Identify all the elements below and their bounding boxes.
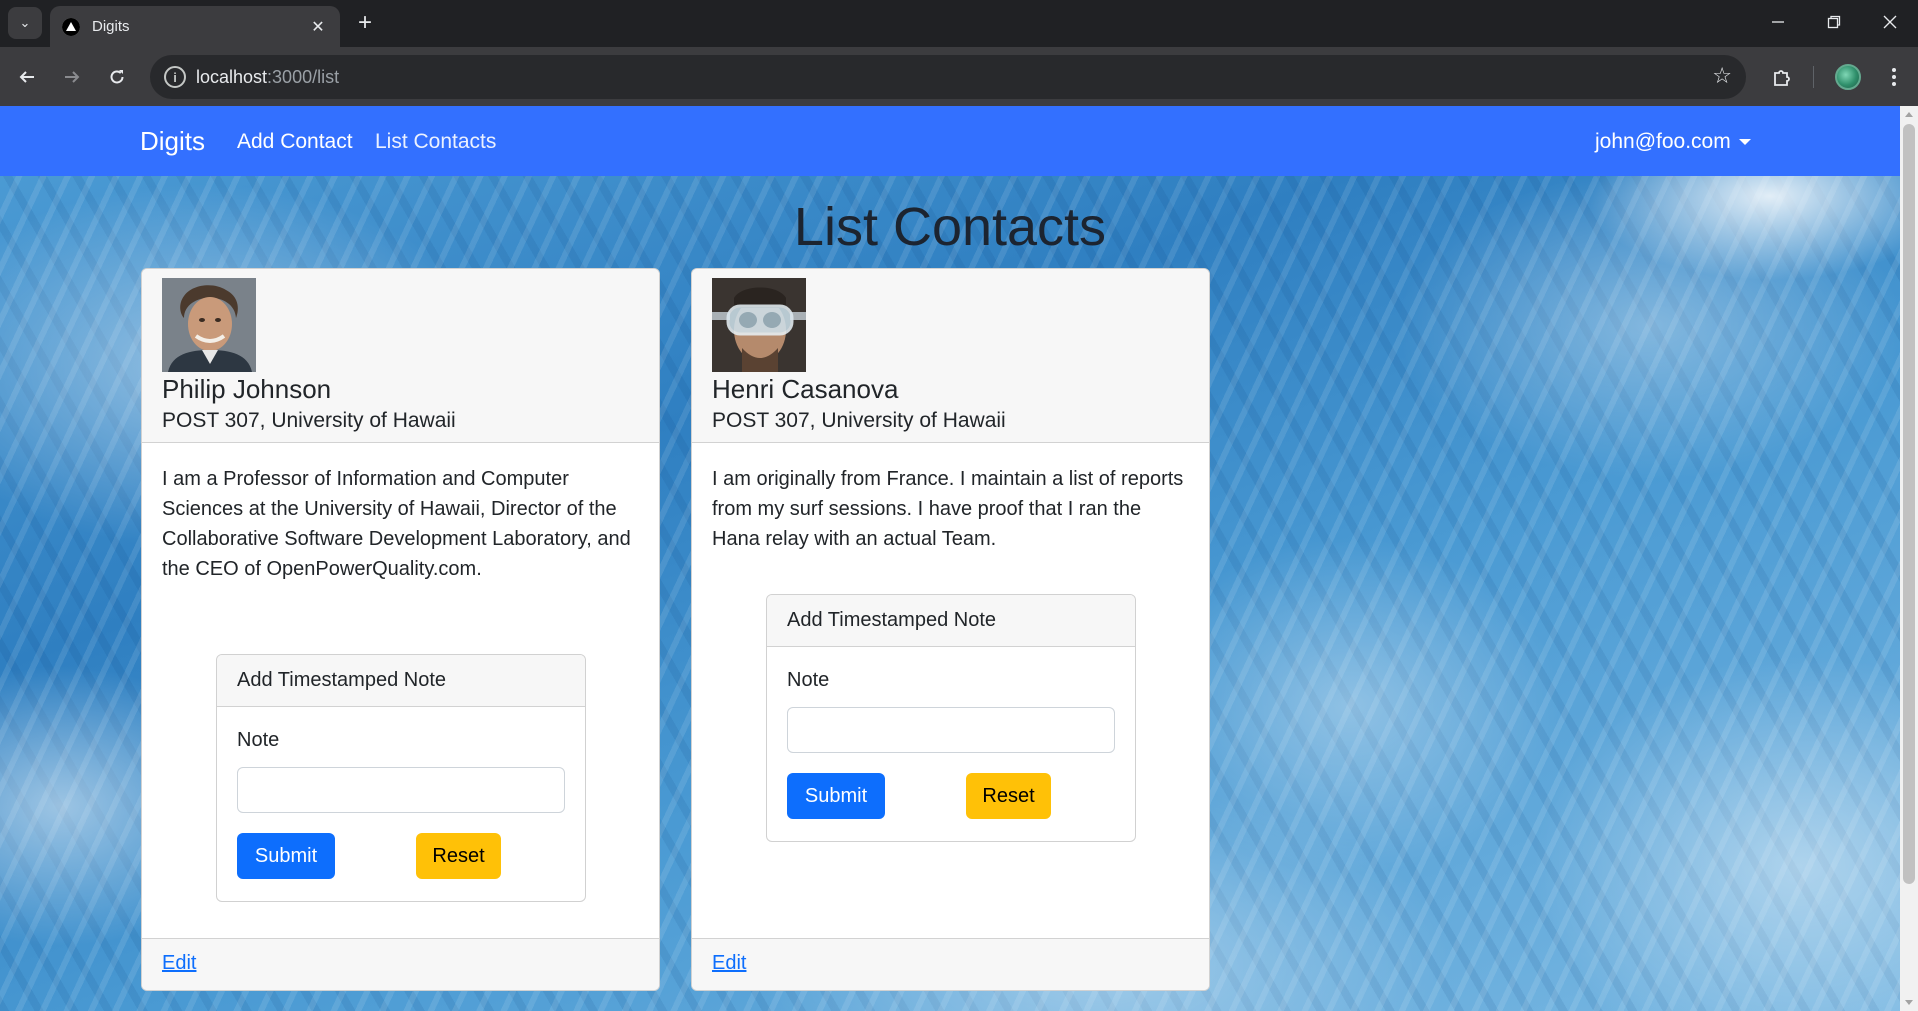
url-text[interactable]: localhost:3000/list <box>196 67 339 88</box>
reset-button[interactable]: Reset <box>416 833 501 879</box>
url-path: :3000/list <box>267 67 340 87</box>
toolbar-separator <box>1813 66 1814 88</box>
info-icon[interactable]: i <box>164 66 186 88</box>
note-form-header: Add Timestamped Note <box>767 595 1135 647</box>
user-dropdown[interactable]: john@foo.com <box>1595 130 1751 154</box>
address-bar[interactable]: i localhost:3000/list ☆ <box>150 55 1746 99</box>
page-viewport: Digits Add Contact List Contacts john@fo… <box>0 106 1918 1011</box>
contact-name: Philip Johnson <box>162 374 332 404</box>
tab-search-button[interactable]: ⌄ <box>8 7 42 39</box>
scroll-up-icon[interactable] <box>1905 112 1913 117</box>
arrow-left-icon[interactable] <box>10 60 44 94</box>
contact-description: I am a Professor of Information and Comp… <box>162 468 631 580</box>
note-label: Note <box>237 729 280 751</box>
card-footer: Edit <box>142 938 659 990</box>
brand-link[interactable]: Digits <box>140 126 205 157</box>
submit-button[interactable]: Submit <box>237 833 335 879</box>
vertical-scrollbar[interactable] <box>1900 106 1918 1011</box>
nav-list-contacts[interactable]: List Contacts <box>375 130 496 154</box>
minimize-icon[interactable] <box>1750 0 1806 44</box>
edit-link[interactable]: Edit <box>162 952 196 975</box>
scroll-down-icon[interactable] <box>1905 1000 1913 1005</box>
close-window-icon[interactable] <box>1862 0 1918 44</box>
contact-name: Henri Casanova <box>712 374 899 404</box>
browser-tab[interactable]: Digits ✕ <box>50 6 340 47</box>
note-form: Add Timestamped Note Note Submit Reset <box>216 654 586 902</box>
url-host: localhost <box>196 67 268 87</box>
contact-photo <box>712 278 806 372</box>
card-header: Henri Casanova POST 307, University of H… <box>692 269 1209 443</box>
nav-add-contact[interactable]: Add Contact <box>237 130 353 154</box>
profile-avatar[interactable] <box>1835 64 1861 90</box>
browser-toolbar: i localhost:3000/list ☆ <box>0 47 1918 106</box>
restore-icon[interactable] <box>1806 0 1862 44</box>
note-form: Add Timestamped Note Note Submit Reset <box>766 594 1136 842</box>
edit-link[interactable]: Edit <box>712 952 746 975</box>
note-form-title: Add Timestamped Note <box>237 669 446 691</box>
contact-photo <box>162 278 256 372</box>
card-footer: Edit <box>692 938 1209 990</box>
page-title: List Contacts <box>793 197 1107 257</box>
plus-icon[interactable]: + <box>350 9 380 39</box>
close-icon[interactable]: ✕ <box>306 15 330 39</box>
caret-down-icon <box>1738 139 1751 145</box>
note-label: Note <box>787 669 830 691</box>
arrow-right-icon[interactable] <box>55 60 89 94</box>
browser-tabstrip: ⌄ Digits ✕ + <box>0 0 1918 47</box>
submit-button[interactable]: Submit <box>787 773 885 819</box>
puzzle-icon[interactable] <box>1765 60 1799 94</box>
contact-address: POST 307, University of Hawaii <box>712 409 1006 432</box>
scroll-thumb[interactable] <box>1903 124 1915 884</box>
tab-title: Digits <box>92 18 130 35</box>
chevron-down-icon: ⌄ <box>19 15 31 30</box>
contact-card: Philip Johnson POST 307, University of H… <box>141 268 660 991</box>
contact-description: I am originally from France. I maintain … <box>712 468 1184 550</box>
note-input[interactable] <box>787 707 1115 753</box>
note-form-title: Add Timestamped Note <box>787 609 996 631</box>
reset-button[interactable]: Reset <box>966 773 1051 819</box>
reload-icon[interactable] <box>100 60 134 94</box>
note-form-header: Add Timestamped Note <box>217 655 585 707</box>
user-email: john@foo.com <box>1595 130 1731 153</box>
contact-card: Henri Casanova POST 307, University of H… <box>691 268 1210 991</box>
card-header: Philip Johnson POST 307, University of H… <box>142 269 659 443</box>
star-icon[interactable]: ☆ <box>1712 63 1732 89</box>
contact-address: POST 307, University of Hawaii <box>162 409 456 432</box>
note-input[interactable] <box>237 767 565 813</box>
triangle-logo-icon <box>62 17 80 36</box>
app-navbar: Digits Add Contact List Contacts john@fo… <box>0 106 1900 176</box>
kebab-menu-icon[interactable] <box>1877 60 1911 94</box>
